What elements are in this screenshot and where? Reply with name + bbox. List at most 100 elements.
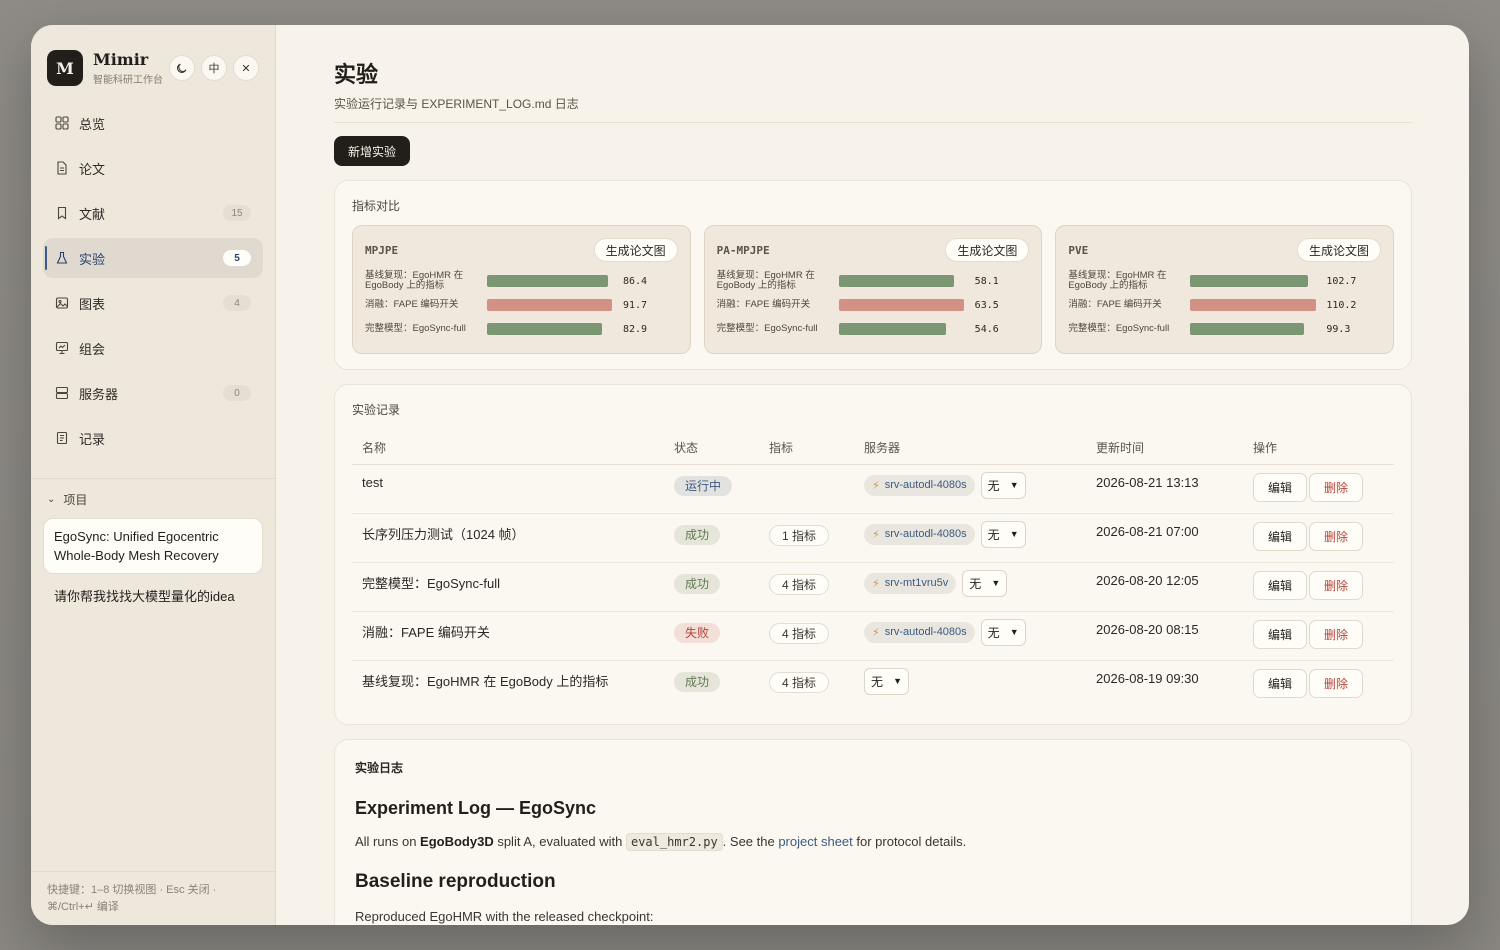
page-title: 实验	[334, 62, 379, 88]
edit-button[interactable]: 编辑	[1253, 521, 1308, 551]
metrics-count-badge[interactable]: 4 指标	[769, 622, 830, 644]
new-experiment-button[interactable]: 新增实验	[334, 136, 411, 166]
server-select[interactable]: 无 ▼	[980, 520, 1026, 548]
nav-label: 组会	[79, 341, 106, 357]
updated-time: 2026-08-21 07:00	[1086, 513, 1243, 563]
project-item-current[interactable]: EgoSync: Unified Egocentric Whole-Body M…	[43, 518, 263, 574]
select-value: 无	[871, 674, 884, 689]
metric-name: PVE	[1068, 243, 1089, 257]
log-text: . See the	[722, 834, 779, 849]
nav-item-notes[interactable]: 记录	[43, 418, 263, 458]
server-name: srv-autodl-4080s	[884, 479, 967, 491]
log-text: All runs on	[355, 834, 421, 849]
select-value: 无	[987, 527, 1000, 542]
project-sheet-link[interactable]: project sheet	[778, 834, 852, 849]
nav-item-literature[interactable]: 文献 15	[43, 193, 263, 233]
select-value: 无	[987, 478, 1000, 493]
server-select[interactable]: 无 ▼	[980, 618, 1026, 646]
delete-button[interactable]: 删除	[1309, 619, 1364, 649]
metrics-section-title: 指标对比	[352, 199, 401, 213]
delete-button[interactable]: 删除	[1309, 668, 1364, 698]
select-value: 无	[969, 576, 982, 591]
metrics-count-badge[interactable]: 1 指标	[769, 524, 830, 546]
nav-count-badge: 0	[223, 385, 251, 401]
delete-button[interactable]: 删除	[1309, 521, 1364, 551]
nav-item-meetings[interactable]: 组会	[43, 328, 263, 368]
metric-row: 消融：FAPE 编码开关 63.5	[717, 293, 1030, 317]
table-row: test 运行中 ⚡ srv-autodl-4080s 无 ▼ 2026-08-21 …	[352, 464, 1394, 514]
metrics-count-badge[interactable]: 4 指标	[769, 573, 830, 595]
brand-header: M Mimir 智能科研工作台 中 ✕	[31, 25, 275, 103]
main-nav: 总览 论文 文献 15 实验 5 图表 4 组会 服务器 0 记录	[31, 103, 275, 463]
metric-bar	[487, 275, 608, 287]
metric-bar	[1190, 323, 1305, 335]
metric-row-label: 基线复现：EgoHMR 在 EgoBody 上的指标	[365, 270, 464, 291]
experiment-name[interactable]: 完整模型：EgoSync-full	[352, 562, 664, 612]
server-name: srv-mt1vru5v	[884, 577, 949, 589]
table-row: 长序列压力测试（1024 帧） 成功 1 指标 ⚡ srv-autodl-4080…	[352, 513, 1394, 563]
page-subtitle: 实验运行记录与 EXPERIMENT_LOG.md 日志	[334, 97, 579, 111]
edit-button[interactable]: 编辑	[1253, 472, 1308, 502]
metric-value: 63.5	[974, 299, 999, 311]
nav-item-experiments[interactable]: 实验 5	[43, 238, 263, 278]
server-tag: ⚡ srv-mt1vru5v	[864, 572, 957, 594]
app-subtitle: 智能科研工作台	[93, 74, 163, 86]
edit-button[interactable]: 编辑	[1253, 570, 1308, 600]
server-tag: ⚡ srv-autodl-4080s	[864, 621, 975, 643]
server-select[interactable]: 无 ▼	[980, 471, 1026, 499]
experiment-name[interactable]: 长序列压力测试（1024 帧）	[352, 513, 664, 563]
nav-item-overview[interactable]: 总览	[43, 103, 263, 143]
projects-heading: 项目	[63, 493, 88, 507]
log-inline-code: eval_hmr2.py	[625, 833, 723, 851]
flask-icon	[55, 251, 69, 265]
close-button[interactable]: ✕	[233, 55, 259, 81]
presentation-icon	[55, 341, 69, 355]
server-select[interactable]: 无 ▼	[962, 569, 1008, 597]
metric-bar	[1190, 299, 1316, 311]
nav-item-figures[interactable]: 图表 4	[43, 283, 263, 323]
metric-value: 58.1	[974, 275, 999, 287]
table-row: 基线复现：EgoHMR 在 EgoBody 上的指标 成功 4 指标 无 ▼ 20…	[352, 660, 1394, 709]
lightning-icon: ⚡	[872, 577, 880, 590]
nav-label: 服务器	[79, 386, 119, 402]
metric-name: MPJPE	[365, 243, 399, 257]
metric-row: 基线复现：EgoHMR 在 EgoBody 上的指标 102.7	[1068, 269, 1381, 293]
theme-toggle-button[interactable]	[169, 55, 195, 81]
log-bold-text: EgoBody3D	[420, 834, 494, 849]
metric-bar	[487, 323, 603, 335]
experiment-name[interactable]: test	[352, 464, 664, 514]
server-select[interactable]: 无 ▼	[864, 667, 909, 695]
metric-bar	[838, 299, 965, 311]
language-toggle-button[interactable]: 中	[201, 55, 227, 81]
generate-figure-button[interactable]: 生成论文图	[1297, 238, 1382, 262]
app-logo: M	[47, 50, 83, 86]
lightning-icon: ⚡	[872, 626, 880, 639]
table-header-row: 名称 状态 指标 服务器 更新时间 操作	[352, 432, 1394, 465]
nav-label: 记录	[79, 431, 106, 447]
projects-toggle[interactable]: ⌄ 项目	[31, 479, 275, 518]
log-paragraph-2: Reproduced EgoHMR with the released chec…	[355, 909, 654, 924]
chevron-down-icon: ⌄	[47, 494, 56, 505]
edit-button[interactable]: 编辑	[1253, 619, 1308, 649]
updated-time: 2026-08-20 12:05	[1086, 562, 1243, 612]
generate-figure-button[interactable]: 生成论文图	[945, 238, 1030, 262]
metrics-cell	[759, 464, 854, 514]
edit-button[interactable]: 编辑	[1253, 668, 1308, 698]
experiment-log-card: 实验日志 Experiment Log — EgoSync All runs o…	[334, 739, 1412, 925]
nav-item-papers[interactable]: 论文	[43, 148, 263, 188]
updated-time: 2026-08-19 09:30	[1096, 670, 1199, 686]
column-header-actions: 操作	[1243, 432, 1394, 465]
metrics-count-badge[interactable]: 4 指标	[769, 671, 830, 693]
nav-label: 图表	[79, 296, 106, 312]
delete-button[interactable]: 删除	[1309, 472, 1364, 502]
metric-bar	[1190, 275, 1309, 287]
metric-card: PVE 生成论文图 基线复现：EgoHMR 在 EgoBody 上的指标 102.…	[1055, 225, 1395, 354]
generate-figure-button[interactable]: 生成论文图	[593, 238, 678, 262]
nav-item-servers[interactable]: 服务器 0	[43, 373, 263, 413]
server-name: srv-autodl-4080s	[884, 626, 967, 638]
delete-button[interactable]: 删除	[1309, 570, 1364, 600]
project-item-other[interactable]: 请你帮我找找大模型量化的idea	[31, 574, 275, 617]
experiment-name[interactable]: 消融：FAPE 编码开关	[352, 611, 664, 661]
status-badge: 失败	[674, 622, 721, 643]
experiment-name[interactable]: 基线复现：EgoHMR 在 EgoBody 上的指标	[352, 660, 664, 709]
